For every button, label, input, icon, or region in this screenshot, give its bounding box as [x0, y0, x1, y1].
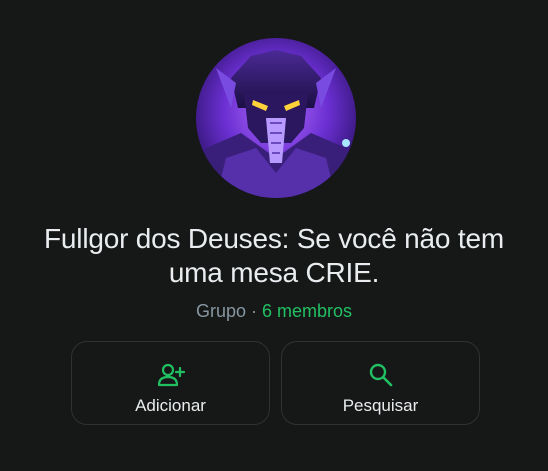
group-meta: Grupo · 6 membros	[0, 300, 548, 322]
search-icon	[366, 360, 396, 390]
group-name: Fullgor dos Deuses: Se você não tem uma …	[44, 223, 504, 288]
group-avatar-image	[196, 38, 356, 198]
group-type-label: Grupo	[195, 301, 246, 321]
meta-separator: ·	[246, 301, 262, 321]
group-avatar[interactable]	[196, 38, 356, 198]
group-info-panel: Fullgor dos Deuses: Se você não tem uma …	[0, 0, 548, 471]
add-member-label: Adicionar	[135, 396, 206, 415]
search-button[interactable]: Pesquisar	[281, 341, 480, 425]
search-label: Pesquisar	[342, 396, 419, 415]
members-link[interactable]: 6 membros	[262, 301, 352, 321]
add-member-button[interactable]: Adicionar	[71, 341, 270, 425]
add-person-icon	[156, 360, 186, 390]
